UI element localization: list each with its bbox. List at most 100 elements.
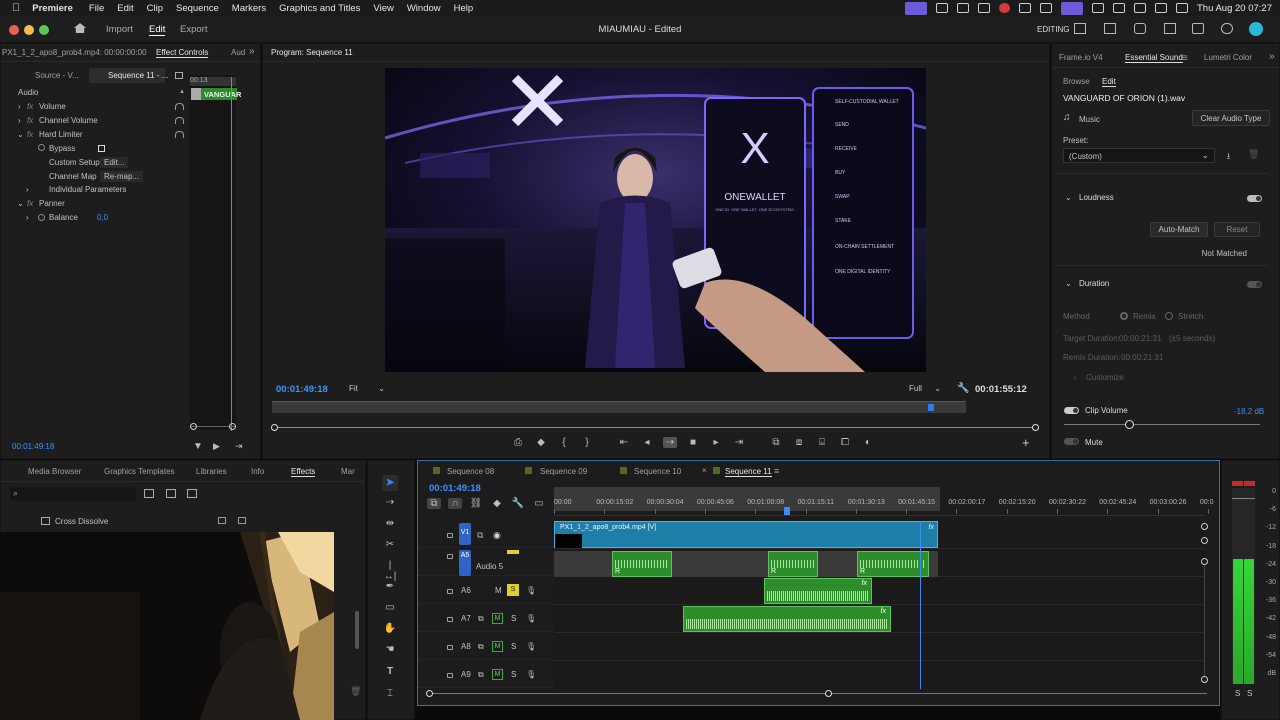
stop-icon[interactable]: ■ — [686, 437, 700, 448]
timeline-zoom-bar[interactable] — [431, 693, 1207, 694]
reset-channel-volume-icon[interactable] — [175, 117, 184, 124]
menu-app[interactable]: Premiere — [32, 3, 73, 14]
menu-file[interactable]: File — [89, 3, 104, 14]
play-audio-icon[interactable]: ▶ — [213, 441, 220, 452]
type-tool-icon[interactable]: T — [383, 666, 397, 677]
hand-tool-icon[interactable]: ✋ — [383, 623, 397, 634]
program-title[interactable]: Program: Sequence 11 — [271, 48, 353, 57]
stretch-radio[interactable] — [1165, 312, 1173, 320]
lock-icon[interactable] — [447, 533, 453, 538]
mark-out-icon[interactable]: } — [580, 437, 594, 448]
more-panels-icon[interactable]: » — [1269, 51, 1275, 62]
rectangle-tool-icon[interactable]: ▭ — [383, 602, 397, 613]
clear-audio-type-button[interactable]: Clear Audio Type — [1192, 110, 1270, 126]
tab-sequence-11[interactable]: Sequence 11 — [725, 467, 772, 477]
menu-edit[interactable]: Edit — [117, 3, 133, 14]
pen-tool-icon[interactable]: ✒ — [383, 581, 397, 592]
mute-track-a9[interactable]: M — [492, 669, 503, 680]
32bit-effects-icon[interactable] — [166, 489, 176, 498]
bypass-checkbox[interactable] — [98, 145, 105, 152]
tab-effects[interactable]: Effects — [291, 467, 316, 477]
wifi-icon[interactable] — [1133, 3, 1146, 13]
solo-track-a7[interactable]: S — [511, 614, 516, 623]
expand-individual-icon[interactable]: › — [26, 185, 29, 194]
track-label-a8[interactable]: A8 — [461, 642, 471, 651]
clip-volume-toggle[interactable] — [1064, 407, 1079, 414]
reset-hard-limiter-icon[interactable] — [175, 131, 184, 138]
add-marker-icon[interactable]: ◆ — [534, 437, 548, 448]
export-frame-icon[interactable]: ⌸ — [815, 437, 829, 448]
wheel-icon[interactable] — [956, 3, 969, 13]
effects-search-input[interactable]: ⌕ — [10, 487, 136, 501]
stage-manager-icon[interactable] — [1060, 1, 1083, 15]
customize-label[interactable]: Customize — [1086, 373, 1124, 382]
v-scroll-bottom-handle[interactable] — [1201, 537, 1208, 544]
overwrite-icon[interactable]: ⧈ — [792, 437, 806, 448]
menu-clip[interactable]: Clip — [147, 3, 163, 14]
video-frame[interactable]: X ONEWALLET ONE ID. ONE WALLET. ONE ECOS… — [385, 68, 926, 372]
selection-tool-icon[interactable]: ➤ — [382, 475, 398, 491]
yuv-effects-icon[interactable] — [187, 489, 197, 498]
loudness-collapse-icon[interactable]: ⌄ — [1065, 193, 1072, 202]
solo-right-button[interactable]: S — [1247, 689, 1252, 698]
timeline-zoom-right-handle[interactable] — [825, 690, 832, 697]
a-scroll-bottom-handle[interactable] — [1201, 676, 1208, 683]
stopwatch-icon[interactable] — [38, 214, 45, 221]
tab-graphics-templates[interactable]: Graphics Templates — [104, 467, 175, 476]
wrench-icon[interactable]: 🔧 — [957, 383, 969, 394]
program-timecode[interactable]: 00:01:49:18 — [276, 384, 328, 395]
channel-map-button[interactable]: Re-map... — [100, 171, 144, 182]
balance-value[interactable]: 0,0 — [97, 213, 108, 222]
lock-icon[interactable] — [447, 589, 453, 594]
lock-icon[interactable] — [447, 554, 453, 559]
tab-libraries[interactable]: Libraries — [196, 467, 227, 476]
search-icon[interactable] — [1154, 3, 1167, 13]
tab-sequence-10[interactable]: Sequence 10 — [634, 467, 681, 476]
loudness-toggle[interactable] — [1247, 195, 1262, 202]
lock-icon[interactable] — [447, 645, 453, 650]
tab-lumetri-color[interactable]: Lumetri Color — [1204, 53, 1252, 62]
sync-lock-icon[interactable]: ⧉ — [478, 642, 484, 652]
audio-clip-a5-2[interactable]: R — [768, 551, 818, 577]
razor-tool-icon[interactable]: ✂ — [383, 539, 397, 550]
eye-icon[interactable]: ◉ — [493, 530, 501, 541]
solo-track-a6[interactable]: S — [507, 584, 519, 596]
program-time-ruler[interactable] — [272, 401, 966, 413]
param-individual-parameters[interactable]: Individual Parameters — [49, 185, 126, 194]
grid-icon[interactable] — [935, 3, 948, 13]
comparison-view-icon[interactable]: ⧠ — [838, 437, 852, 448]
expand-channel-volume-icon[interactable]: › — [18, 116, 21, 125]
menu-graphics[interactable]: Graphics and Titles — [279, 3, 360, 14]
clock[interactable]: Thu Aug 20 07:27 — [1197, 3, 1272, 14]
fullscreen-icon[interactable] — [1164, 23, 1176, 34]
control-center-icon[interactable] — [1175, 3, 1188, 13]
quick-export-icon[interactable] — [1134, 23, 1146, 34]
apple-icon[interactable]:  — [12, 2, 20, 14]
screen-mirror-icon[interactable] — [904, 1, 927, 15]
clip-indicator-right[interactable] — [1244, 481, 1255, 486]
custom-setup-edit-button[interactable]: Edit... — [100, 157, 129, 168]
tab-media-browser[interactable]: Media Browser — [28, 467, 81, 476]
step-forward-icon[interactable]: ▸ — [709, 437, 723, 448]
tab-effect-controls[interactable]: Effect Controls — [156, 48, 209, 58]
grab-tool-icon[interactable]: ☚ — [383, 644, 397, 655]
clip-volume-slider-knob[interactable] — [1125, 420, 1135, 429]
audio-clip-a6[interactable]: fx — [764, 578, 872, 604]
customize-expand-icon[interactable]: › — [1074, 373, 1077, 382]
add-marker-icon[interactable]: ◆ — [490, 498, 504, 509]
program-playhead[interactable] — [928, 404, 934, 411]
proxy-toggle-icon[interactable]: ◐ — [861, 437, 875, 448]
solo-track-a9[interactable]: S — [511, 670, 516, 679]
playhead-handle[interactable] — [784, 507, 790, 515]
nest-icon[interactable]: ⧉ — [427, 498, 441, 509]
track-select-tool-icon[interactable]: ⇢ — [383, 497, 397, 508]
captions-icon[interactable]: ▭ — [532, 498, 546, 509]
go-to-in-icon[interactable]: ⇤ — [617, 437, 631, 448]
menu-help[interactable]: Help — [454, 3, 474, 14]
mic-icon[interactable]: 🎙 — [526, 586, 536, 595]
insert-icon[interactable]: ⧉ — [769, 437, 783, 448]
mini-zoom-right-handle[interactable] — [229, 423, 236, 430]
audio-clip-a5-3[interactable]: R — [857, 551, 929, 577]
menu-window[interactable]: Window — [407, 3, 441, 14]
track-label-a9[interactable]: A9 — [461, 670, 471, 679]
